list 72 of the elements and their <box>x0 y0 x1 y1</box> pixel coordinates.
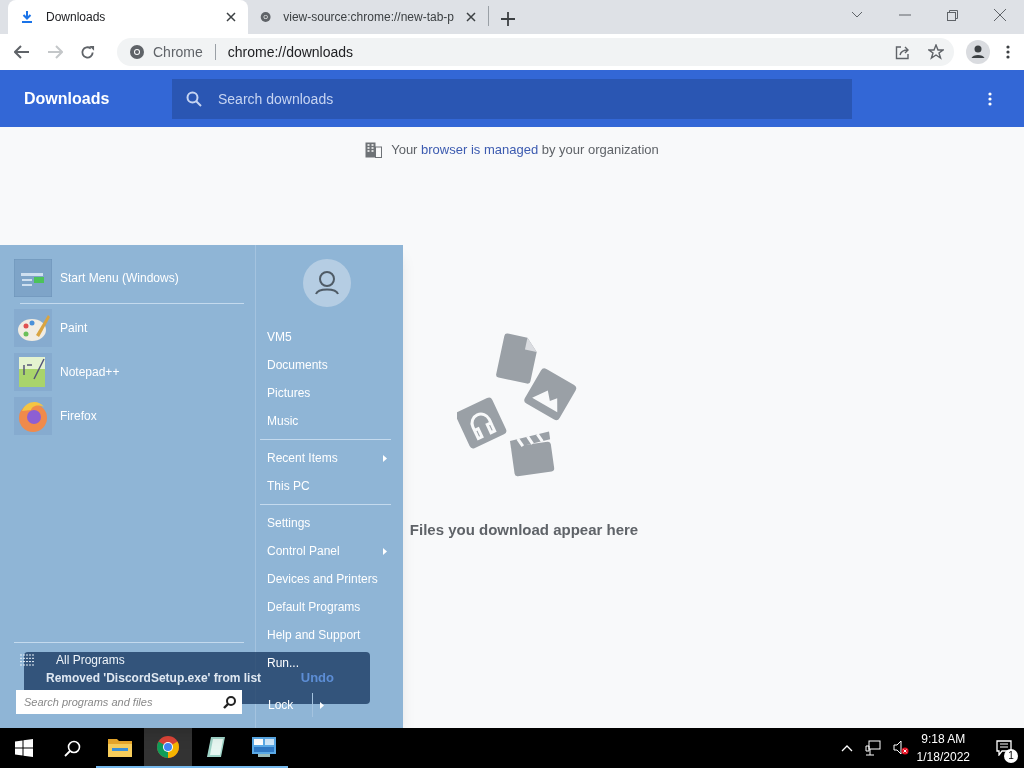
firefox-icon <box>14 397 52 435</box>
submenu-arrow-icon <box>383 547 387 555</box>
start-menu-place[interactable]: Documents <box>260 351 397 379</box>
submenu-arrow-icon <box>383 454 387 462</box>
user-avatar-icon[interactable] <box>302 259 351 307</box>
restore-icon[interactable] <box>947 9 958 21</box>
more-icon[interactable] <box>988 91 992 106</box>
start-menu-place[interactable]: Default Programs <box>260 593 397 621</box>
start-menu-place[interactable]: Control Panel <box>260 537 397 565</box>
start-menu-place[interactable]: Help and Support <box>260 621 397 649</box>
back-icon[interactable] <box>14 45 30 59</box>
url-text: chrome://downloads <box>227 42 355 62</box>
clock-date: 1/18/2022 <box>916 749 970 766</box>
menu-icon[interactable] <box>1006 45 1010 59</box>
new-tab-icon[interactable] <box>501 12 515 26</box>
search-field[interactable]: Search downloads <box>172 78 852 119</box>
close-icon[interactable] <box>466 12 476 22</box>
start-menu-place[interactable]: This PC <box>260 472 397 500</box>
start-menu-place[interactable]: Pictures <box>260 379 397 407</box>
search-icon <box>223 696 236 709</box>
site-label: Chrome <box>153 42 203 62</box>
building-icon <box>365 141 383 158</box>
tab-title: Downloads <box>46 9 107 26</box>
start-menu-item[interactable]: Paint <box>14 306 244 350</box>
undo-button[interactable]: Undo <box>300 668 334 688</box>
palette-icon <box>14 309 52 347</box>
managed-notice: Your browser is managed by your organization <box>391 141 659 159</box>
start-menu-item[interactable]: Firefox <box>14 394 244 438</box>
profile-icon[interactable] <box>966 40 990 64</box>
notifications-button[interactable]: 1 <box>984 728 1024 768</box>
chrome-icon <box>260 9 272 25</box>
network-icon[interactable] <box>864 740 881 756</box>
start-menu-item[interactable]: Notepad++ <box>14 350 244 394</box>
download-icon <box>20 10 34 24</box>
windows-start-icon[interactable] <box>15 739 33 757</box>
start-menu-place[interactable]: Recent Items <box>260 444 397 472</box>
control-panel-icon <box>252 737 276 757</box>
start-menu-app-icon <box>14 259 52 297</box>
chrome-icon <box>156 735 180 759</box>
submenu-arrow-icon[interactable] <box>319 701 324 709</box>
empty-message: Files you download appear here <box>409 519 639 540</box>
close-icon[interactable] <box>226 12 236 22</box>
start-menu-place[interactable]: Settings <box>260 509 397 537</box>
reload-icon[interactable] <box>80 44 95 60</box>
share-icon[interactable] <box>895 44 910 60</box>
all-programs-button[interactable]: All Programs <box>14 651 244 669</box>
chrome-icon <box>129 44 145 60</box>
tab-title: view-source:chrome://new-tab-p <box>283 9 454 26</box>
browser-tab[interactable]: view-source:chrome://new-tab-p <box>248 0 488 34</box>
notepad-icon <box>205 735 227 759</box>
address-bar[interactable]: Chrome chrome://downloads <box>117 38 954 66</box>
taskbar-app-button[interactable] <box>144 728 192 768</box>
notepad-icon <box>14 353 52 391</box>
start-menu-place[interactable]: VM5 <box>260 323 397 351</box>
start-menu-place[interactable]: Music <box>260 407 397 435</box>
search-icon <box>186 90 202 107</box>
notification-count: 1 <box>1004 749 1018 763</box>
clock-time: 9:18 AM <box>921 731 966 748</box>
search-icon[interactable] <box>63 739 81 757</box>
start-menu-item[interactable]: Start Menu (Windows) <box>14 258 244 298</box>
managed-link[interactable]: browser is managed <box>421 142 539 157</box>
chevron-up-icon[interactable] <box>840 744 853 752</box>
close-icon[interactable] <box>994 9 1006 21</box>
muted-speaker-icon[interactable] <box>892 740 909 756</box>
page-title: Downloads <box>23 88 111 109</box>
search-field[interactable]: Search programs and files <box>16 690 242 714</box>
start-menu-place[interactable]: Devices and Printers <box>260 565 397 593</box>
star-icon[interactable] <box>928 44 944 60</box>
browser-tab[interactable]: Downloads <box>8 0 248 34</box>
list-icon <box>20 654 34 666</box>
toast-message: Removed 'DiscordSetup.exe' from list <box>46 670 263 687</box>
folder-icon <box>108 737 132 757</box>
